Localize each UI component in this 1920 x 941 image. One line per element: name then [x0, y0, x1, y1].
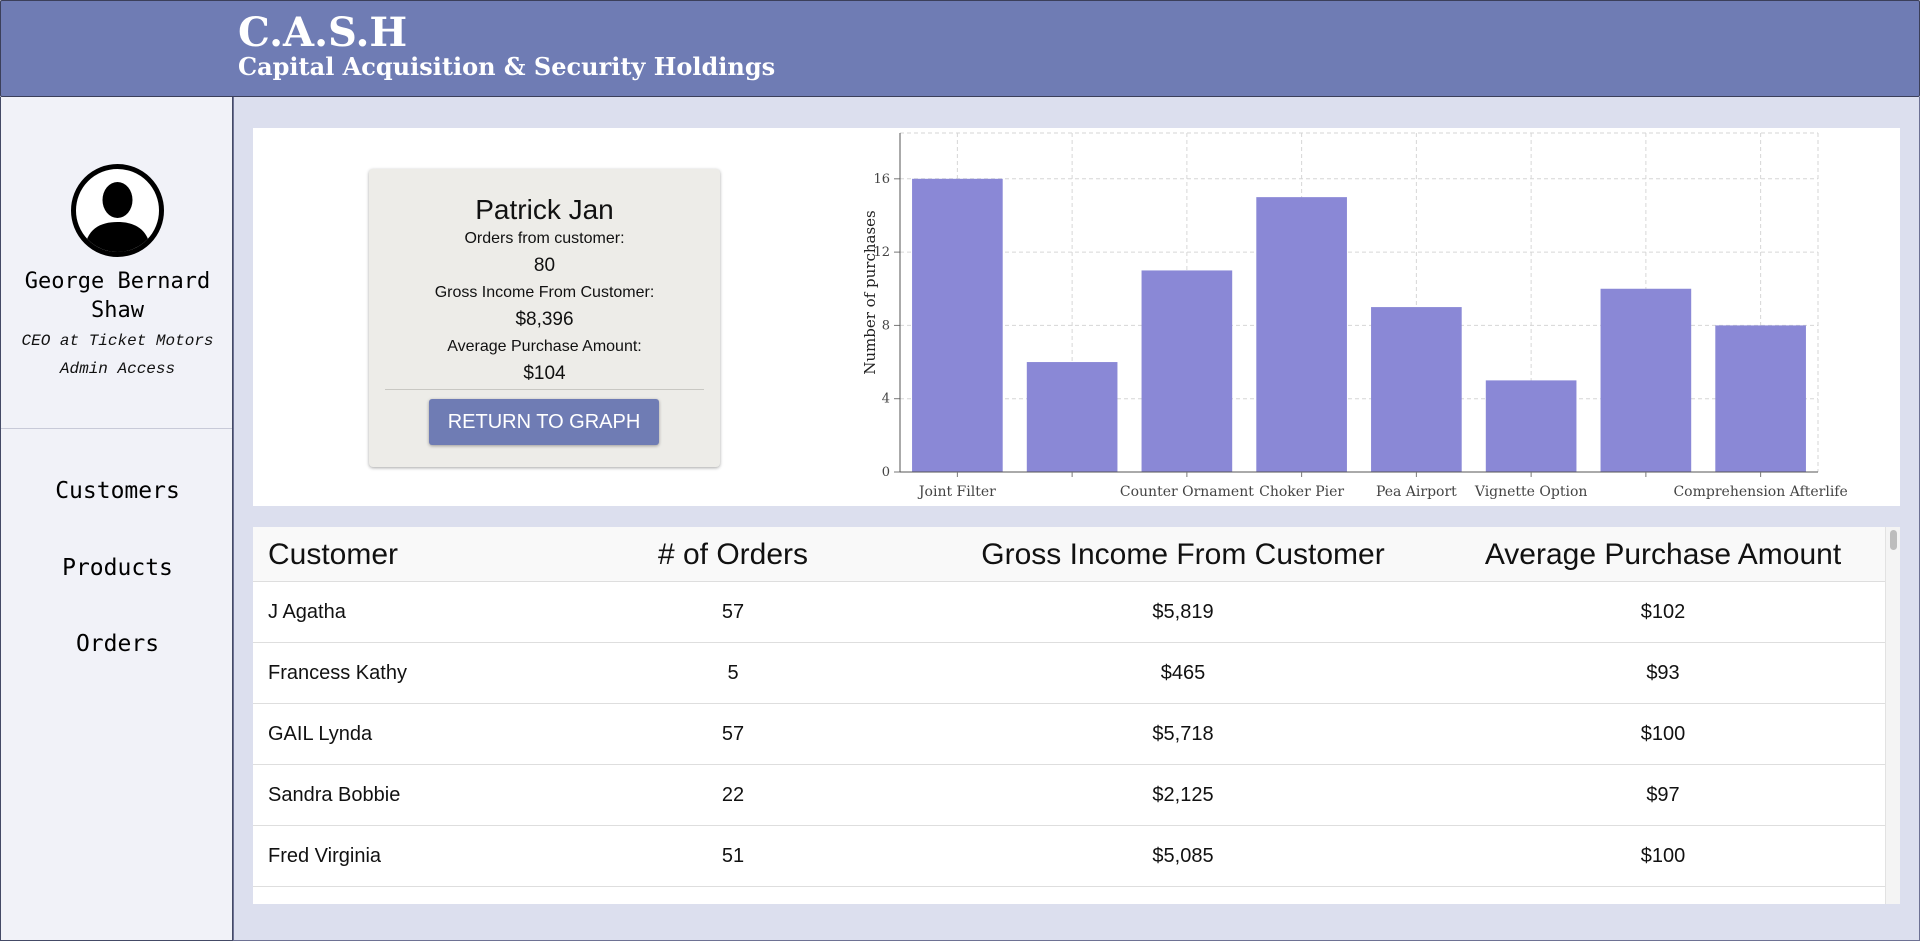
cell-gross-income: $5,819 [1152, 601, 1214, 623]
cell-gross-income: $5,085 [1152, 845, 1214, 867]
chart-bar [1256, 197, 1347, 472]
profile-role: CEO at Ticket Motors [21, 332, 214, 350]
nav-item-customers[interactable]: Customers [1, 478, 234, 504]
cell-customer: GAIL Lynda [268, 723, 373, 745]
y-axis-label: Number of purchases [861, 210, 879, 375]
scrollbar-thumb[interactable] [1890, 530, 1897, 550]
cell-gross-income: $2,125 [1152, 784, 1214, 806]
cell-customer: Francess Kathy [268, 662, 407, 684]
sidebar-divider [1, 428, 232, 429]
avg-purchase-label: Average Purchase Amount: [447, 338, 642, 355]
y-tick-label: 4 [882, 392, 890, 407]
app-header: C.A.S.H Capital Acquisition & Security H… [0, 0, 1920, 97]
cell-gross-income: $5,718 [1152, 723, 1214, 745]
cell-orders: 22 [721, 784, 745, 806]
cell-avg-purchase: $102 [1640, 601, 1686, 623]
cell-avg-purchase: $97 [1646, 784, 1680, 806]
header-orders[interactable]: # of Orders [583, 527, 883, 582]
cell-customer: J Agatha [268, 601, 346, 623]
orders-label: Orders from customer: [464, 230, 625, 247]
cell-orders: 5 [727, 662, 739, 684]
cell-orders: 57 [721, 723, 745, 745]
customer-table: Customer # of Orders Gross Income From C… [253, 527, 1900, 904]
gross-income-value: $8,396 [515, 309, 574, 330]
table-row[interactable]: Francess Kathy 5 $465 $93 [253, 643, 1885, 704]
chart-bar [1026, 362, 1118, 472]
header-avg-purchase[interactable]: Average Purchase Amount [1453, 527, 1873, 582]
brand-subtitle: Capital Acquisition & Security Holdings [238, 52, 776, 81]
x-tick-label: Joint Filter [917, 484, 996, 500]
table-row[interactable]: GAIL Lynda 57 $5,718 $100 [253, 704, 1885, 765]
brand-title: C.A.S.H [238, 9, 408, 56]
nav-item-products[interactable]: Products [1, 555, 234, 581]
x-tick-label: Pea Airport [1376, 484, 1457, 500]
card-divider [385, 389, 704, 390]
header-gross-income[interactable]: Gross Income From Customer [953, 527, 1413, 582]
return-to-graph-button[interactable]: RETURN TO GRAPH [429, 399, 659, 445]
cell-customer: Sandra Bobbie [268, 784, 401, 806]
nav-item-orders[interactable]: Orders [1, 631, 234, 657]
orders-value: 80 [533, 255, 556, 276]
x-tick-label: Counter Ornament [1120, 484, 1254, 500]
header-customer[interactable]: Customer [268, 527, 568, 582]
cell-gross-income: $465 [1160, 662, 1206, 684]
chart-bar [912, 178, 1003, 473]
table-scrollbar[interactable] [1885, 527, 1900, 904]
table-header: Customer # of Orders Gross Income From C… [253, 527, 1885, 582]
y-tick-label: 0 [882, 465, 890, 480]
chart-bar [1141, 270, 1233, 472]
chart-bar [1600, 288, 1692, 472]
cell-orders: 51 [721, 845, 745, 867]
purchases-bar-chart: 0481216Joint Filter Counter Ornament Choke… [861, 132, 1848, 500]
cell-avg-purchase: $100 [1640, 723, 1686, 745]
customer-detail-card: Patrick Jan Orders from customer: 80 Gro… [369, 169, 720, 467]
gross-income-label: Gross Income From Customer: [434, 284, 655, 301]
cell-avg-purchase: $100 [1640, 845, 1686, 867]
profile-name: George Bernard Shaw [24, 269, 211, 323]
cell-orders: 57 [721, 601, 745, 623]
y-tick-label: 16 [873, 172, 890, 187]
chart-bar [1715, 325, 1806, 472]
sidebar: George Bernard Shaw CEO at Ticket Motors… [0, 97, 233, 941]
table-row[interactable]: Sandra Bobbie 22 $2,125 $97 [253, 765, 1885, 826]
x-tick-label: Vignette Option [1474, 484, 1588, 500]
y-tick-label: 8 [882, 318, 890, 333]
avg-purchase-value: $104 [523, 363, 566, 384]
cell-avg-purchase: $93 [1646, 662, 1680, 684]
profile-access: Admin Access [59, 360, 176, 378]
chart-bar [1485, 380, 1577, 472]
x-tick-label: Comprehension Afterlife [1673, 484, 1847, 500]
table-row[interactable]: J Agatha 57 $5,819 $102 [253, 582, 1885, 643]
user-silhouette-icon [71, 164, 164, 257]
cell-customer: Fred Virginia [268, 845, 382, 867]
table-row[interactable]: Fred Virginia 51 $5,085 $100 [253, 826, 1885, 887]
x-tick-label: Choker Pier [1259, 484, 1344, 500]
customer-name: Patrick Jan [475, 194, 614, 225]
chart-bar [1371, 307, 1462, 472]
